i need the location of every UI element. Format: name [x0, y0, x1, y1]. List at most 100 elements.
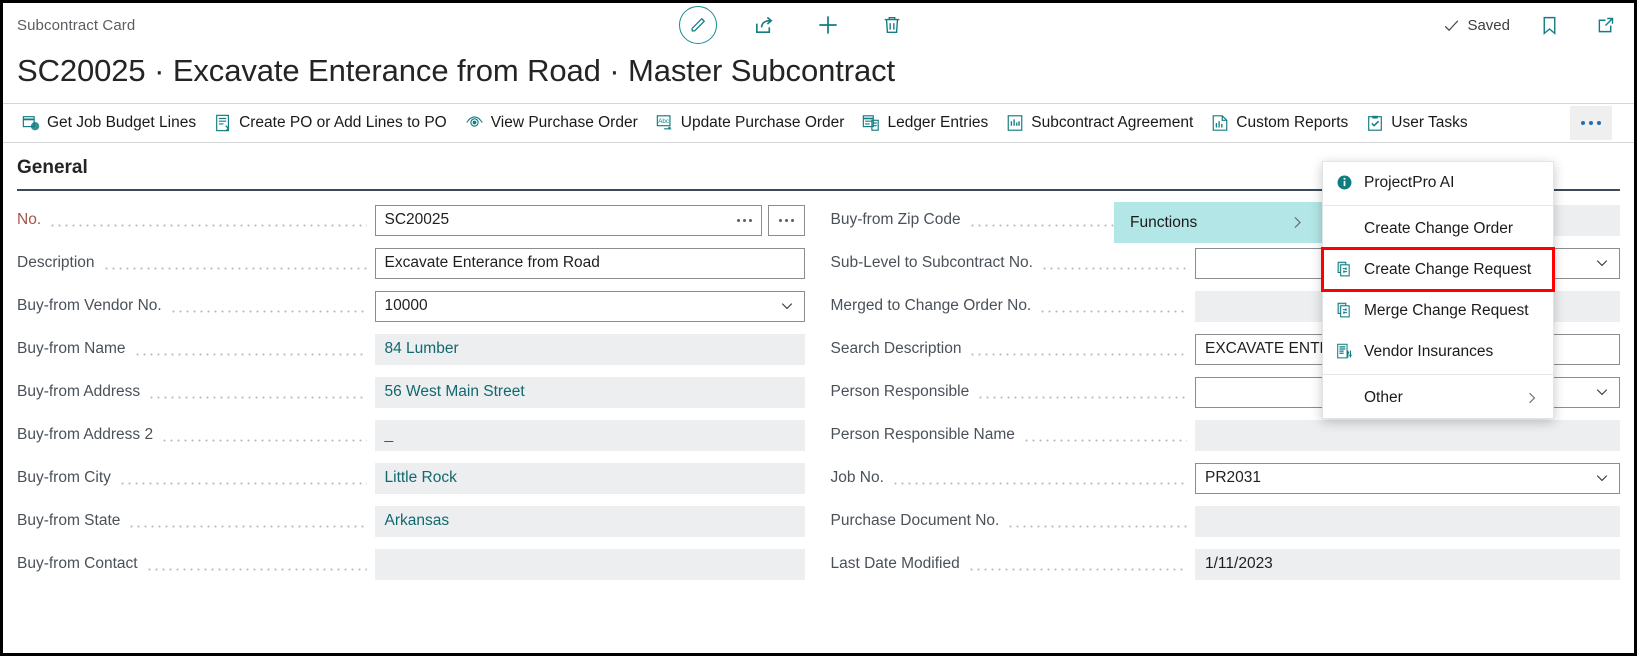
- field-label: Buy-from Zip Code: [830, 211, 961, 229]
- chevron-down-icon[interactable]: [1594, 255, 1610, 271]
- menu-item-merge-change-request[interactable]: Merge Change Request: [1323, 290, 1553, 331]
- merge-change-request-icon: [1336, 302, 1355, 319]
- ribbon-item-label: Get Job Budget Lines: [47, 113, 197, 131]
- ribbon-item-custom-reports[interactable]: Custom Reports: [1202, 110, 1357, 136]
- ribbon-overflow-button[interactable]: [1570, 105, 1612, 140]
- leader-dots: [967, 557, 1187, 572]
- field-label: Search Description: [830, 340, 962, 358]
- ribbon-item-create-po-or-add-lines-to-po[interactable]: Create PO or Add Lines to PO: [205, 110, 456, 136]
- field-label: Buy-from Address: [17, 383, 141, 401]
- field-row-buy-from-address-2: Buy-from Address 2 _: [17, 414, 805, 457]
- user-tasks-icon: [1366, 114, 1384, 132]
- leader-dots: [128, 514, 367, 529]
- ribbon-item-subcontract-agreement[interactable]: Subcontract Agreement: [997, 110, 1202, 136]
- field-row-job-no: Job No. PR2031: [831, 457, 1620, 500]
- field-value: Excavate Enterance from Road: [384, 254, 600, 272]
- ribbon-item-label: Update Purchase Order: [680, 113, 845, 131]
- application-window: Subcontract Card Saved SC20025 · Excavat…: [0, 0, 1637, 656]
- chevron-down-icon[interactable]: [779, 298, 795, 314]
- field-value: 1/11/2023: [1205, 555, 1273, 573]
- field-label: Sub-Level to Subcontract No.: [830, 254, 1033, 272]
- buy-from-name-value[interactable]: 84 Lumber: [374, 333, 805, 365]
- field-label: Last Date Modified: [830, 555, 960, 573]
- field-value: SC20025: [384, 211, 450, 229]
- field-value: _: [384, 426, 394, 444]
- chevron-down-icon[interactable]: [1594, 384, 1610, 400]
- field-control: SC20025: [374, 204, 805, 236]
- field-row-description: Description Excavate Enterance from Road: [17, 242, 805, 285]
- field-control: 1/11/2023: [1195, 548, 1620, 580]
- leader-dots: [977, 385, 1187, 400]
- menu-item-functions[interactable]: Functions: [1114, 202, 1322, 243]
- ribbon-item-label: User Tasks: [1391, 113, 1468, 131]
- ribbon-item-update-purchase-order[interactable]: Abc Update Purchase Order: [647, 110, 854, 136]
- leader-dots: [1040, 256, 1187, 271]
- field-control: Excavate Enterance from Road: [374, 247, 805, 279]
- buy-from-city-value[interactable]: Little Rock: [374, 462, 805, 494]
- menu-item-label: Vendor Insurances: [1364, 342, 1494, 360]
- ribbon-item-view-purchase-order[interactable]: View Purchase Order: [456, 109, 647, 136]
- chevron-right-icon: [1524, 390, 1540, 406]
- leader-dots: [1039, 299, 1187, 314]
- last-date-modified-value[interactable]: 1/11/2023: [1195, 548, 1620, 580]
- no-input[interactable]: SC20025: [374, 204, 762, 236]
- menu-item-label: Merge Change Request: [1364, 301, 1529, 319]
- assist-edit-inline-icon[interactable]: [727, 218, 752, 222]
- field-control: 84 Lumber: [374, 333, 805, 365]
- buy-from-state-value[interactable]: Arkansas: [374, 505, 805, 537]
- delete-trash-icon[interactable]: [875, 8, 909, 42]
- job-no-dropdown[interactable]: PR2031: [1195, 462, 1620, 494]
- field-control: [374, 548, 805, 580]
- buy-from-contact-value[interactable]: [374, 548, 805, 580]
- status-badge: Saved: [1442, 16, 1510, 35]
- update-purchase-order-icon: Abc: [656, 114, 674, 132]
- info-circle-icon: [1336, 174, 1355, 191]
- view-purchase-order-icon: [465, 113, 484, 132]
- field-row-no: No. SC20025: [17, 199, 805, 242]
- field-value: PR2031: [1205, 469, 1262, 487]
- buy-from-address-2-value[interactable]: _: [374, 419, 805, 451]
- field-row-purchase-document-no: Purchase Document No.: [831, 500, 1620, 543]
- svg-text:Abc: Abc: [658, 118, 669, 125]
- field-label: Description: [17, 254, 95, 272]
- menu-item-projectpro-ai[interactable]: ProjectPro AI: [1323, 162, 1553, 203]
- top-bar-right: Saved: [1442, 3, 1622, 47]
- menu-item-label: Create Change Order: [1364, 219, 1514, 237]
- ribbon-item-label: Subcontract Agreement: [1031, 113, 1194, 131]
- field-row-last-date-modified: Last Date Modified 1/11/2023: [830, 543, 1620, 586]
- menu-item-vendor-insurances[interactable]: Vendor Insurances: [1323, 331, 1553, 372]
- buy-from-vendor-no-dropdown[interactable]: 10000: [374, 290, 805, 322]
- page-title: SC20025 · Excavate Enterance from Road ·…: [17, 53, 896, 88]
- ledger-entries-icon: [862, 114, 880, 132]
- leader-dots: [133, 342, 367, 357]
- ribbon-item-get-job-budget-lines[interactable]: Get Job Budget Lines: [13, 110, 205, 136]
- field-control: Arkansas: [374, 505, 805, 537]
- buy-from-address-value[interactable]: 56 West Main Street: [374, 376, 805, 408]
- leader-dots: [118, 471, 367, 486]
- field-label: Person Responsible Name: [830, 426, 1015, 444]
- field-value: 56 West Main Street: [384, 383, 525, 401]
- bookmark-icon[interactable]: [1532, 8, 1566, 42]
- field-label: Merged to Change Order No.: [830, 297, 1032, 315]
- ribbon-item-user-tasks[interactable]: User Tasks: [1357, 110, 1476, 136]
- description-input[interactable]: Excavate Enterance from Road: [374, 247, 805, 279]
- ribbon-item-ledger-entries[interactable]: Ledger Entries: [853, 110, 997, 136]
- leader-dots: [102, 256, 367, 271]
- share-icon[interactable]: [747, 8, 781, 42]
- menu-item-label: Create Change Request: [1364, 260, 1532, 278]
- field-control: [1195, 505, 1620, 537]
- assist-edit-button[interactable]: [767, 204, 805, 236]
- menu-item-other[interactable]: Other: [1323, 377, 1553, 418]
- person-responsible-name-value[interactable]: [1195, 419, 1620, 451]
- edit-pencil-icon[interactable]: [679, 6, 717, 44]
- subcontract-agreement-icon: [1006, 114, 1024, 132]
- field-label: Buy-from Name: [17, 340, 126, 358]
- purchase-document-no-value[interactable]: [1195, 505, 1620, 537]
- menu-item-create-change-order[interactable]: Create Change Order: [1323, 208, 1553, 249]
- field-control: [1195, 419, 1620, 451]
- menu-item-create-change-request[interactable]: Create Change Request: [1321, 247, 1555, 292]
- new-plus-icon[interactable]: [811, 8, 845, 42]
- open-in-new-window-icon[interactable]: [1588, 8, 1622, 42]
- chevron-down-icon[interactable]: [1594, 470, 1610, 486]
- leader-dots: [891, 471, 1187, 486]
